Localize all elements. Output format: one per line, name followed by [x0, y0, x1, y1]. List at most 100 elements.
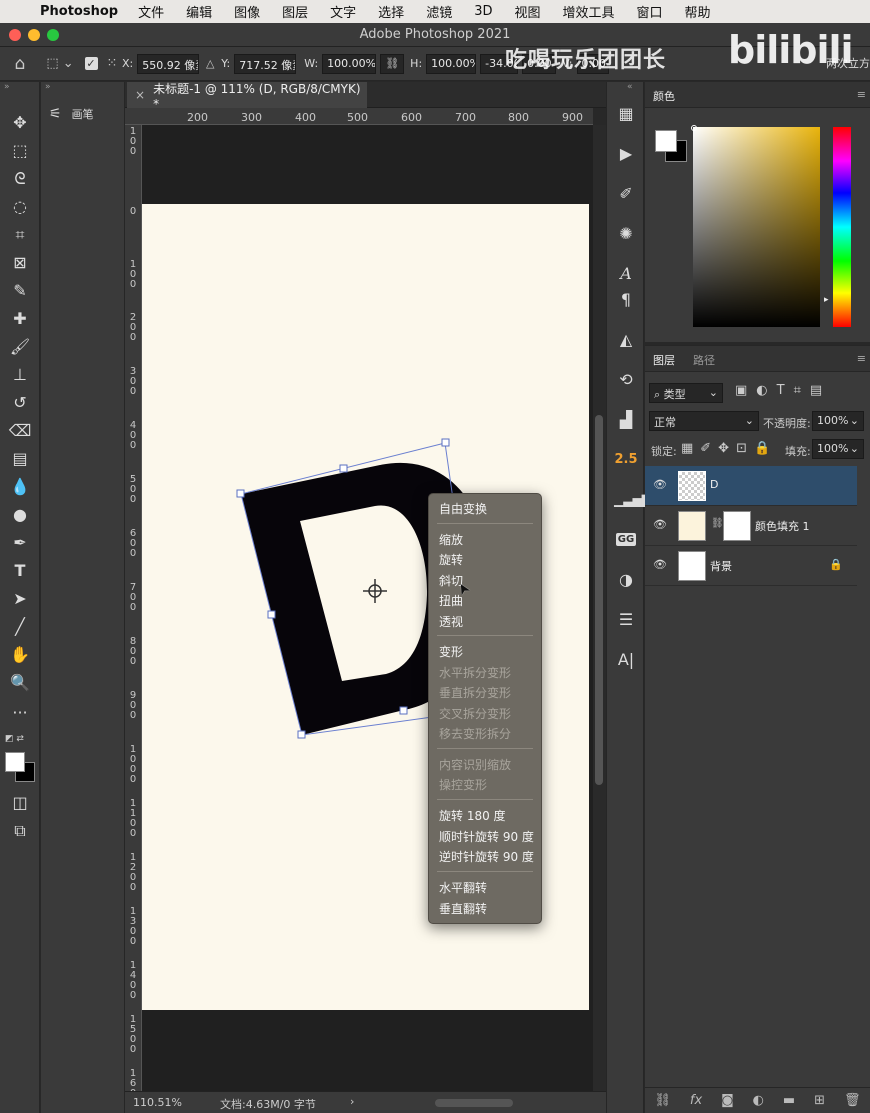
blur-tool-icon[interactable]: 💧 [8, 476, 32, 498]
zoom-tool-icon[interactable]: 🔍 [8, 672, 32, 694]
context-menu-item[interactable]: 垂直翻转 [439, 899, 487, 919]
context-menu-item[interactable]: 逆时针旋转 90 度 [439, 847, 534, 867]
delete-layer-icon[interactable]: 🗑 [844, 1093, 861, 1108]
document-tab[interactable]: × 未标题-1 @ 111% (D, RGB/8/CMYK) * [127, 82, 367, 111]
link-layers-icon[interactable]: ⛓ [654, 1093, 671, 1108]
layer-style-icon[interactable]: fx [690, 1093, 702, 1108]
menu-plugins[interactable]: 增效工具 [563, 2, 615, 21]
plugin-badge-icon[interactable]: 2.5 [614, 448, 638, 472]
horizontal-scroll-thumb[interactable] [435, 1099, 513, 1107]
lock-icon[interactable]: 🔒 [829, 558, 843, 571]
clone-source-icon[interactable]: ✺ [614, 222, 638, 246]
menu-layer[interactable]: 图层 [282, 2, 308, 21]
menu-3d[interactable]: 3D [474, 4, 492, 19]
context-menu-item[interactable]: 自由变换 [439, 499, 487, 519]
color-panel-foreground-swatch[interactable] [655, 130, 677, 152]
paragraph-panel-icon[interactable]: ¶ [614, 288, 638, 312]
gg-plugin-icon[interactable]: GG [614, 528, 638, 552]
menu-filter[interactable]: 滤镜 [426, 2, 452, 21]
layer-row-d[interactable]: 👁 D [645, 466, 857, 506]
brushes-panel-icon[interactable]: ✐ [614, 182, 638, 206]
default-colors-icon[interactable]: ◩ ⇄ [5, 734, 24, 744]
vertical-scrollbar[interactable] [593, 125, 606, 1091]
eyedropper-tool-icon[interactable]: ✎ [8, 280, 32, 302]
quick-mask-icon[interactable]: ◫ [8, 792, 32, 814]
stamp-tool-icon[interactable]: ⊥ [8, 364, 32, 386]
adjustments-icon[interactable]: ◑ [614, 568, 638, 592]
character-panel-icon[interactable]: A [614, 262, 638, 286]
context-menu-item[interactable]: 顺时针旋转 90 度 [439, 827, 534, 847]
device-preview-icon[interactable]: ▟ [614, 408, 638, 432]
healing-brush-tool-icon[interactable]: ✚ [8, 308, 32, 330]
add-mask-icon[interactable]: ◙ [721, 1093, 734, 1108]
menu-help[interactable]: 帮助 [685, 2, 711, 21]
panel-menu-icon[interactable]: ≡ [857, 88, 866, 101]
x-field[interactable]: 550.92 像素 [137, 53, 200, 74]
artboard-panel-icon[interactable]: ▦ [614, 102, 638, 126]
visibility-eye-icon[interactable]: 👁 [653, 478, 667, 492]
tab-color[interactable]: 颜色 [653, 88, 675, 104]
context-menu-item[interactable]: 水平翻转 [439, 878, 487, 898]
zoom-level[interactable]: 110.51% [133, 1096, 182, 1109]
layer-row-background[interactable]: 👁 背景 🔒 [645, 546, 857, 586]
actions-play-icon[interactable]: ▶ [614, 142, 638, 166]
gradient-tool-icon[interactable]: ▤ [8, 448, 32, 470]
close-tab-icon[interactable]: × [135, 88, 145, 102]
path-select-tool-icon[interactable]: ➤ [8, 588, 32, 610]
context-menu-item[interactable]: 旋转 180 度 [439, 806, 506, 826]
color-picker-marker[interactable] [691, 125, 697, 131]
collapse-arrows-icon[interactable]: » [4, 82, 10, 92]
type-tool-icon[interactable]: T [8, 560, 32, 582]
new-group-icon[interactable]: ▬ [783, 1093, 795, 1108]
frame-tool-icon[interactable]: ⊠ [8, 252, 32, 274]
app-menu[interactable]: Photoshop [40, 4, 118, 19]
context-menu-item[interactable]: 透视 [439, 612, 463, 632]
brush-tool-icon[interactable]: 🖌 [8, 336, 32, 358]
fill-field[interactable]: 100% ⌄ [812, 439, 864, 459]
context-menu-item[interactable]: 缩放 [439, 530, 463, 550]
dodge-tool-icon[interactable]: ● [8, 504, 32, 526]
tab-layers[interactable]: 图层 [653, 352, 675, 368]
history-brush-tool-icon[interactable]: ↺ [8, 392, 32, 414]
panel-menu-icon[interactable]: ≡ [857, 352, 866, 365]
layer-filter-select[interactable]: ⌕ 类型 ⌄ [649, 383, 723, 403]
crop-tool-icon[interactable]: ⌗ [8, 224, 32, 246]
visibility-eye-icon[interactable]: 👁 [653, 558, 667, 572]
more-tools-icon[interactable]: ··· [8, 702, 32, 724]
layer-filter-icons[interactable]: ▣◐T⌗▤ [735, 383, 831, 398]
w-field[interactable]: 100.00% [322, 53, 377, 74]
hue-slider[interactable] [833, 127, 851, 327]
scrollbar-thumb[interactable] [595, 415, 603, 785]
menu-window[interactable]: 窗口 [637, 2, 663, 21]
pen-tool-icon[interactable]: ✒ [8, 532, 32, 554]
eraser-tool-icon[interactable]: ⌫ [8, 420, 32, 442]
properties-sliders-icon[interactable]: ☰ [614, 608, 638, 632]
foreground-color-swatch[interactable] [5, 752, 25, 772]
line-tool-icon[interactable]: ╱ [8, 616, 32, 638]
link-icon[interactable]: ⛓ [711, 518, 724, 529]
glyphs-panel-icon[interactable]: A| [614, 648, 638, 672]
quick-select-tool-icon[interactable]: ◌ [8, 196, 32, 218]
marquee-tool-icon[interactable]: ⬚ [8, 140, 32, 162]
visibility-eye-icon[interactable]: 👁 [653, 518, 667, 532]
hand-tool-icon[interactable]: ✋ [8, 644, 32, 666]
menu-image[interactable]: 图像 [234, 2, 260, 21]
reference-point-grid-icon[interactable]: ⁙ [102, 56, 122, 71]
adjustment-layer-icon[interactable]: ◐ [753, 1093, 764, 1108]
menu-edit[interactable]: 编辑 [186, 2, 212, 21]
menu-type[interactable]: 文字 [330, 2, 356, 21]
h-field[interactable]: 100.00% [426, 53, 477, 74]
collapse-arrows-icon[interactable]: » [45, 82, 51, 92]
menu-view[interactable]: 视图 [514, 2, 540, 21]
tab-paths[interactable]: 路径 [693, 352, 715, 368]
screen-mode-icon[interactable]: ⧉ [8, 820, 32, 842]
menu-select[interactable]: 选择 [378, 2, 404, 21]
brush-panel-button[interactable]: ⚟ 画笔 [49, 106, 94, 122]
context-menu-item[interactable]: 变形 [439, 642, 463, 662]
menu-file[interactable]: 文件 [138, 2, 164, 21]
histogram-icon[interactable]: ▁▃▅▇ [614, 488, 651, 512]
home-icon[interactable]: ⌂ [0, 54, 40, 74]
blend-mode-select[interactable]: 正常 ⌄ [649, 411, 759, 431]
link-proportions-icon[interactable]: ⛓ [380, 53, 405, 74]
status-arrow-icon[interactable]: › [350, 1095, 354, 1108]
